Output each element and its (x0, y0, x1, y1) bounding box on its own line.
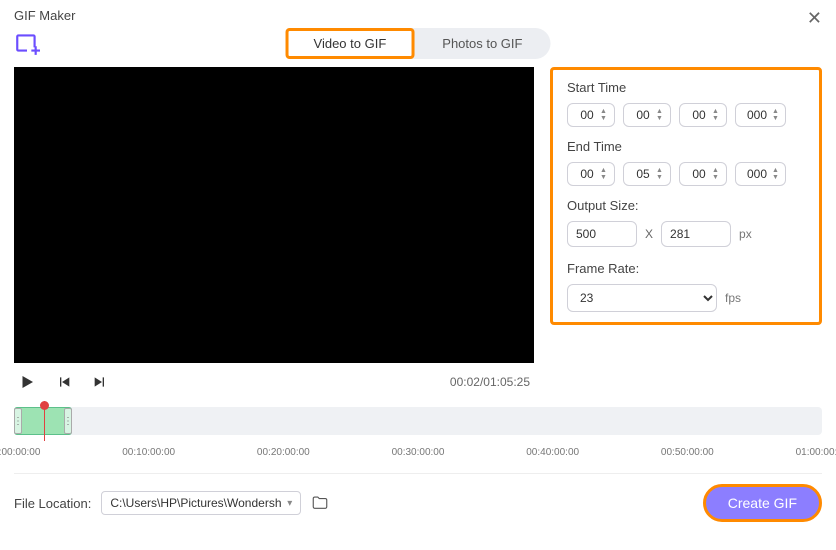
create-gif-button[interactable]: Create GIF (703, 484, 822, 522)
spinner-arrows[interactable]: ▲▼ (600, 109, 607, 122)
spinner-arrows[interactable]: ▲▼ (712, 168, 719, 181)
browse-folder-button[interactable] (311, 494, 329, 512)
settings-panel: Start Time ▲▼ ▲▼ ▲▼ ▲▼ End Time ▲▼ ▲▼ ▲▼… (550, 67, 822, 325)
end-ms-stepper[interactable]: ▲▼ (735, 162, 786, 186)
file-location-select[interactable]: C:\Users\HP\Pictures\Wondersh ▾ (101, 491, 301, 515)
start-ms-stepper[interactable]: ▲▼ (735, 103, 786, 127)
output-width-input[interactable] (567, 221, 637, 247)
close-button[interactable]: ✕ (807, 8, 822, 29)
end-hours-stepper[interactable]: ▲▼ (567, 162, 615, 186)
timeline-track[interactable] (14, 407, 822, 435)
spinner-arrows[interactable]: ▲▼ (656, 168, 663, 181)
play-button[interactable] (18, 373, 36, 391)
end-minutes-stepper[interactable]: ▲▼ (623, 162, 671, 186)
output-height-input[interactable] (661, 221, 731, 247)
add-media-icon[interactable] (14, 30, 40, 56)
tick-label: 00:30:00:00 (392, 447, 445, 458)
app-title: GIF Maker (14, 8, 75, 23)
spinner-arrows[interactable]: ▲▼ (656, 109, 663, 122)
tick-label: 00:10:00:00 (122, 447, 175, 458)
start-hours-stepper[interactable]: ▲▼ (567, 103, 615, 127)
playhead-indicator[interactable] (44, 401, 45, 441)
size-unit: px (739, 227, 752, 241)
time-display: 00:02/01:05:25 (450, 375, 530, 389)
tick-label: 01:00:00:00 (796, 447, 836, 458)
start-time-label: Start Time (567, 80, 805, 95)
tick-label: 00:40:00:00 (526, 447, 579, 458)
output-size-label: Output Size: (567, 198, 805, 213)
end-time-label: End Time (567, 139, 805, 154)
selection-start-handle[interactable] (14, 408, 22, 434)
spinner-arrows[interactable]: ▲▼ (772, 109, 779, 122)
next-frame-button[interactable] (92, 374, 108, 390)
file-path-text: C:\Users\HP\Pictures\Wondersh (110, 496, 281, 510)
spinner-arrows[interactable]: ▲▼ (712, 109, 719, 122)
tick-label: 00:20:00:00 (257, 447, 310, 458)
start-seconds-stepper[interactable]: ▲▼ (679, 103, 727, 127)
end-seconds-stepper[interactable]: ▲▼ (679, 162, 727, 186)
mode-tabs: Video to GIF Photos to GIF (286, 28, 551, 59)
size-separator: X (645, 227, 653, 241)
timeline-ticks: 00:00:00:0000:10:00:0000:20:00:0000:30:0… (14, 447, 822, 461)
spinner-arrows[interactable]: ▲▼ (600, 168, 607, 181)
video-preview[interactable] (14, 67, 534, 363)
start-minutes-stepper[interactable]: ▲▼ (623, 103, 671, 127)
tab-photos-to-gif[interactable]: Photos to GIF (414, 28, 550, 59)
tick-label: 00:50:00:00 (661, 447, 714, 458)
tab-video-to-gif[interactable]: Video to GIF (286, 28, 415, 59)
fps-unit: fps (725, 291, 741, 305)
tick-label: 00:00:00:00 (0, 447, 40, 458)
spinner-arrows[interactable]: ▲▼ (772, 168, 779, 181)
framerate-select[interactable]: 23 (567, 284, 717, 312)
selection-end-handle[interactable] (64, 408, 72, 434)
framerate-label: Frame Rate: (567, 261, 805, 276)
file-location-label: File Location: (14, 496, 91, 511)
timeline-selection[interactable] (14, 407, 72, 435)
prev-frame-button[interactable] (56, 374, 72, 390)
chevron-down-icon: ▾ (287, 498, 292, 509)
